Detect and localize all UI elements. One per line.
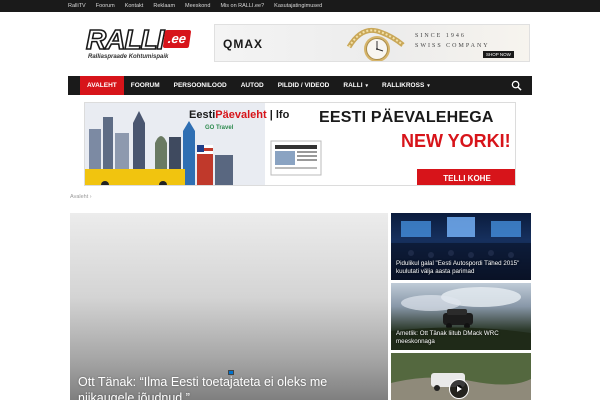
- play-icon[interactable]: [449, 379, 469, 399]
- top-link-kontakt[interactable]: Kontakt: [125, 3, 144, 9]
- nav-label: FOORUM: [130, 82, 160, 89]
- banner-advertisement[interactable]: EestiPäevaleht | lfo GO Travel EESTI PÄE…: [84, 102, 516, 186]
- banner-brand-suffix: | lfo: [269, 109, 290, 121]
- watch-image: [346, 27, 405, 61]
- main-nav: AVALEHT FOORUM PERSOONILOOD AUTOD PILDID…: [68, 76, 532, 95]
- banner-brand-red: Päevaleht: [215, 109, 267, 121]
- page: RalliTV Foorum Kontakt Reklaam Meeskond …: [0, 0, 600, 400]
- top-link-foorum[interactable]: Foorum: [96, 3, 115, 9]
- banner-brand: EestiPäevaleht | lfo: [189, 109, 289, 121]
- top-links: RalliTV Foorum Kontakt Reklaam Meeskond …: [68, 0, 322, 12]
- nav-item-rallikross[interactable]: RALLIKROSS ▾: [375, 76, 437, 95]
- nav-label: AVALEHT: [87, 82, 117, 89]
- banner-headline-1: EESTI PÄEVALEHEGA: [319, 109, 494, 126]
- ad-shop-button[interactable]: SHOP NOW: [483, 51, 514, 58]
- nav-item-foorum[interactable]: FOORUM: [124, 76, 167, 95]
- top-link-reklaam[interactable]: Reklaam: [153, 3, 175, 9]
- banner-brand-black: Eesti: [189, 109, 216, 121]
- play-triangle-icon: [457, 386, 462, 392]
- ad-since: SINCE 1946: [415, 33, 466, 39]
- nav-items: AVALEHT FOORUM PERSOONILOOD AUTOD PILDID…: [80, 76, 437, 95]
- nav-label: RALLIKROSS: [382, 82, 425, 89]
- side-article-title[interactable]: Pidulikul galal "Eesti Autospordi Tähed …: [396, 260, 526, 276]
- ad-brand: QMAX: [223, 37, 263, 51]
- top-link-tingimused[interactable]: Kasutajatingimused: [274, 3, 322, 9]
- side-article-title[interactable]: Ametlik: Ott Tänak liitub DMack WRC mees…: [396, 330, 526, 346]
- top-link-mis-on[interactable]: Mis on RALLI.ee?: [220, 3, 264, 9]
- side-article-2[interactable]: Ametlik: Ott Tänak liitub DMack WRC mees…: [391, 283, 531, 350]
- nav-item-autod[interactable]: AUTOD: [234, 76, 271, 95]
- logo-word: RALLI: [85, 24, 165, 55]
- banner-travel: GO Travel: [205, 125, 234, 131]
- search-icon[interactable]: [511, 80, 522, 91]
- site-logo[interactable]: RALLI .ee Ralliaspraade Kohtumispaik: [85, 24, 198, 64]
- banner-cta-button[interactable]: TELLI KOHE: [417, 169, 515, 185]
- side-article-3[interactable]: [391, 353, 531, 400]
- side-article-1[interactable]: Pidulikul galal "Eesti Autospordi Tähed …: [391, 213, 531, 280]
- newspaper-image: [270, 140, 322, 176]
- breadcrumb-home[interactable]: Avaleht: [70, 194, 88, 200]
- nav-label: PILDID / VIDEOD: [277, 82, 330, 89]
- nav-label: RALLI: [343, 82, 363, 89]
- banner-headline-2: NEW YORKI!: [401, 131, 511, 151]
- top-link-meeskond[interactable]: Meeskond: [185, 3, 210, 9]
- nav-item-avaleht[interactable]: AVALEHT: [80, 76, 124, 95]
- nav-label: AUTOD: [240, 82, 264, 89]
- chevron-down-icon: ▾: [427, 82, 430, 89]
- logo-tagline: Ralliaspraade Kohtumispaik: [88, 54, 169, 60]
- top-bar: RalliTV Foorum Kontakt Reklaam Meeskond …: [0, 0, 600, 12]
- chevron-down-icon: ▾: [365, 82, 369, 89]
- logo-tld: .ee: [162, 30, 192, 48]
- nav-item-pildid-videod[interactable]: PILDID / VIDEOD: [271, 76, 337, 95]
- ad-swiss: SWISS COMPANY: [415, 43, 490, 49]
- nav-item-ralli[interactable]: RALLI ▾: [336, 76, 375, 95]
- breadcrumb: Avaleht ›: [70, 194, 92, 200]
- hero-article[interactable]: Ott Tänak: “Ilma Eesti toetajateta ei ol…: [70, 213, 388, 400]
- nav-item-persoonilood[interactable]: PERSOONILOOD: [167, 76, 234, 95]
- hero-title[interactable]: Ott Tänak: “Ilma Eesti toetajateta ei ol…: [78, 374, 378, 400]
- nav-label: PERSOONILOOD: [173, 82, 227, 89]
- breadcrumb-separator: ›: [89, 194, 92, 200]
- top-link-rallitv[interactable]: RalliTV: [68, 3, 86, 9]
- top-advertisement[interactable]: QMAX SINCE 1946 SWISS COMPANY SHOP NOW: [214, 24, 530, 62]
